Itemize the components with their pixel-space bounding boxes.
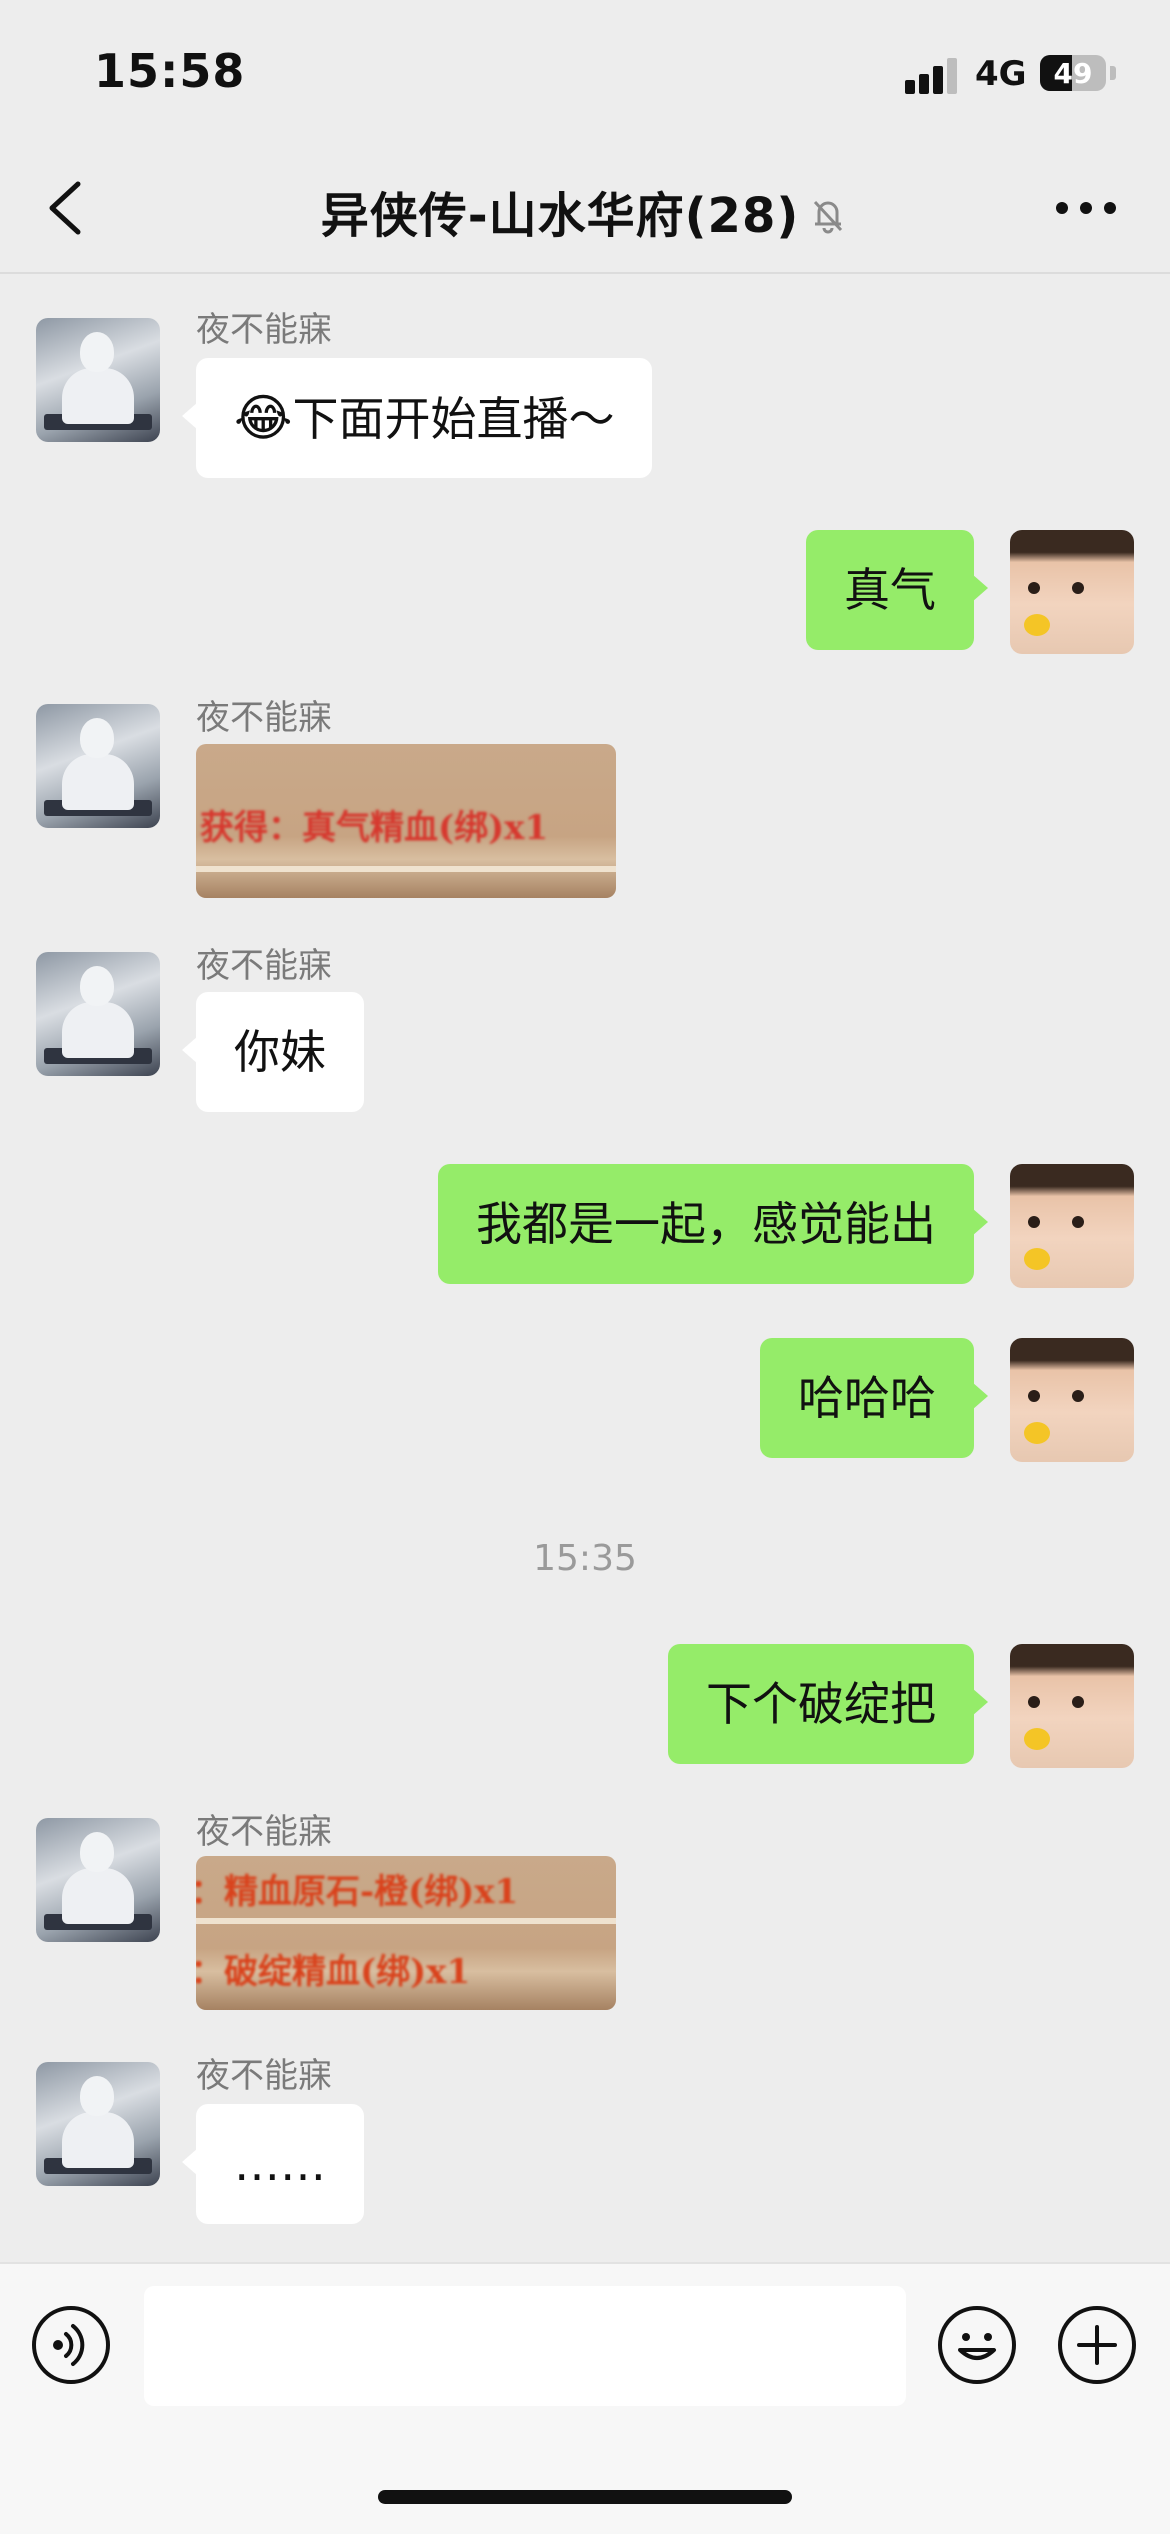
voice-icon[interactable] [32,2306,110,2384]
laughing-emoji: 😂 [234,389,293,447]
sender-avatar[interactable] [36,2062,160,2186]
message-text: 哈哈哈 [798,1371,936,1425]
message-bubble[interactable]: 😂下面开始直播～ [181,358,653,478]
plus-icon[interactable] [1058,2306,1136,2384]
message-text: 真气 [844,563,936,617]
status-bar: 15:58 4G 49 [0,0,1170,140]
sender-avatar[interactable] [36,952,160,1076]
message-text: 我都是一起，感觉能出 [476,1197,936,1251]
mute-bell-icon [814,200,843,234]
my-avatar[interactable] [1010,1644,1134,1768]
chat-title: 异侠传-山水华府(28) [0,176,1170,246]
chat-title-text: 异侠传-山水华府(28) [320,188,800,244]
more-icon[interactable] [1056,200,1116,216]
message-text: …… [234,2137,326,2191]
sender-name: 夜不能寐 [196,1812,332,1852]
sender-name: 夜不能寐 [196,310,332,350]
home-indicator[interactable] [378,2490,792,2504]
message-bubble[interactable]: …… [182,2104,364,2224]
sender-avatar[interactable] [36,1818,160,1942]
message-text: 下面开始直播～ [292,392,615,446]
message-bubble[interactable]: 哈哈哈 [760,1338,988,1458]
message-text: 你妹 [234,1025,326,1079]
image-text: ：精血原石-橙(绑)x1 [196,1872,519,1912]
chat-header: 异侠传-山水华府(28) [0,140,1170,274]
signal-icon [905,58,959,94]
status-time: 15:58 [94,44,246,98]
message-bubble[interactable]: 你妹 [182,992,364,1112]
my-avatar[interactable] [1010,1338,1134,1462]
battery-cap [1110,66,1116,80]
sender-name: 夜不能寐 [196,946,332,986]
image-message[interactable]: ：精血原石-橙(绑)x1 ：破绽精血(绑)x1 [196,1856,616,2010]
my-avatar[interactable] [1010,530,1134,654]
message-text: 下个破绽把 [706,1677,936,1731]
image-message[interactable]: 获得：真气精血(绑)x1 [196,744,616,898]
message-bubble[interactable]: 真气 [806,530,988,650]
my-avatar[interactable] [1010,1164,1134,1288]
battery-icon: 49 [1040,55,1106,91]
sender-avatar[interactable] [36,318,160,442]
message-bubble[interactable]: 下个破绽把 [668,1644,988,1764]
sender-avatar[interactable] [36,704,160,828]
chat-timestamp: 15:35 [533,1538,637,1579]
image-text: ：破绽精血(绑)x1 [196,1952,471,1992]
message-input[interactable] [144,2286,906,2406]
network-type: 4G [975,54,1027,94]
emoji-icon[interactable] [938,2306,1016,2384]
image-text: 获得：真气精血(绑)x1 [200,808,549,848]
battery-level: 49 [1053,57,1093,90]
sender-name: 夜不能寐 [196,698,332,738]
message-bubble[interactable]: 我都是一起，感觉能出 [438,1164,988,1284]
sender-name: 夜不能寐 [196,2056,332,2096]
